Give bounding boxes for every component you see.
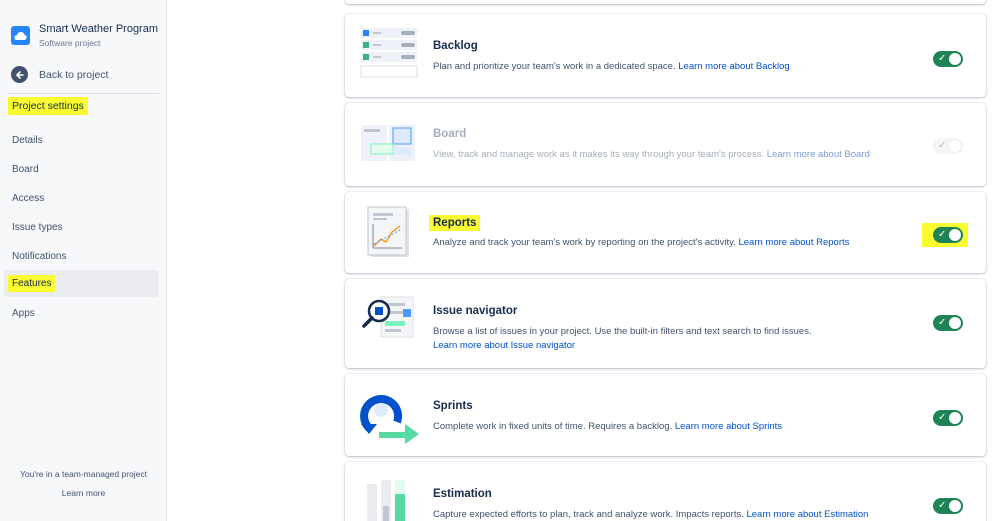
feature-card-estimation: Estimation Capture expected efforts to p… [345,462,986,521]
feature-title: Issue navigator [433,305,518,317]
feature-card-board: Board View, track and manage work as it … [345,103,986,186]
sidebar-item-notifications[interactable]: Notifications [4,243,159,270]
cloud-icon [11,26,30,45]
reports-toggle[interactable]: ✓ [933,227,963,243]
feature-title: Board [433,128,467,140]
check-icon: ✓ [938,53,947,64]
estimation-illustration [359,476,419,521]
feature-description: Analyze and track your team's work by re… [433,237,850,248]
check-icon: ✓ [938,412,947,423]
check-icon: ✓ [938,140,947,151]
learn-more-issue-navigator-link[interactable]: Learn more about Issue navigator [433,340,575,351]
feature-description: Complete work in fixed units of time. Re… [433,421,783,432]
sidebar-item-label: Issue types [12,222,63,233]
feature-title: Sprints [433,400,473,412]
project-settings-heading: Project settings [8,97,88,115]
sidebar-item-issue-types[interactable]: Issue types [4,214,159,241]
backlog-illustration [359,26,419,81]
arrow-left-icon [11,66,28,83]
check-icon: ✓ [938,317,947,328]
feature-card-sprints: Sprints Complete work in fixed units of … [345,374,986,456]
feature-title: Backlog [433,40,478,52]
feature-description: View, track and manage work as it makes … [433,149,870,160]
sidebar-item-board[interactable]: Board [4,156,159,183]
sidebar-item-label: Details [12,135,43,146]
sidebar-item-label: Access [12,193,45,204]
sidebar-item-label: Apps [12,308,35,319]
issue-navigator-illustration [359,293,419,348]
sprints-toggle[interactable]: ✓ [933,410,963,426]
sidebar-item-features[interactable]: Features [4,270,159,297]
sidebar-item-label: Notifications [12,251,67,262]
feature-title: Estimation [433,488,492,500]
board-toggle[interactable]: ✓ [933,138,963,154]
back-to-project-link[interactable]: Back to project [11,66,108,83]
learn-more-backlog-link[interactable]: Learn more about Backlog [678,61,789,72]
estimation-toggle[interactable]: ✓ [933,498,963,514]
back-label: Back to project [39,68,109,81]
learn-more-estimation-link[interactable]: Learn more about Estimation [746,509,868,520]
learn-more-sprints-link[interactable]: Learn more about Sprints [675,421,782,432]
board-illustration [359,117,419,172]
sidebar-item-label: Features [8,275,56,292]
reports-illustration [359,206,419,261]
backlog-toggle[interactable]: ✓ [933,51,963,67]
sprints-illustration [359,388,419,444]
project-name: Smart Weather Program [39,23,159,35]
sidebar-item-access[interactable]: Access [4,185,159,212]
project-type: Software project [39,38,101,48]
feature-description: Plan and prioritize your team's work in … [433,61,790,72]
feature-card-backlog: Backlog Plan and prioritize your team's … [345,14,986,97]
project-header: Smart Weather Program Software project [11,23,158,49]
check-icon: ✓ [938,229,947,240]
feature-description: Browse a list of issues in your project.… [433,326,812,351]
team-managed-note: You're in a team-managed project [20,469,147,479]
sidebar-item-apps[interactable]: Apps [4,300,159,327]
feature-card-reports: Reports Analyze and track your team's wo… [345,192,986,273]
feature-card-partial [345,0,986,4]
issue-navigator-toggle[interactable]: ✓ [933,315,963,331]
sidebar-item-label: Board [12,164,39,175]
feature-card-issue-navigator: Issue navigator Browse a list of issues … [345,279,986,368]
divider [8,93,159,94]
sidebar: Smart Weather Program Software project B… [0,0,167,521]
learn-more-link[interactable]: Learn more [0,488,167,498]
check-icon: ✓ [938,500,947,511]
feature-title: Reports [429,215,481,231]
sidebar-item-details[interactable]: Details [4,127,159,154]
learn-more-board-link[interactable]: Learn more about Board [767,149,870,160]
learn-more-reports-link[interactable]: Learn more about Reports [738,237,849,248]
feature-description: Capture expected efforts to plan, track … [433,509,869,520]
